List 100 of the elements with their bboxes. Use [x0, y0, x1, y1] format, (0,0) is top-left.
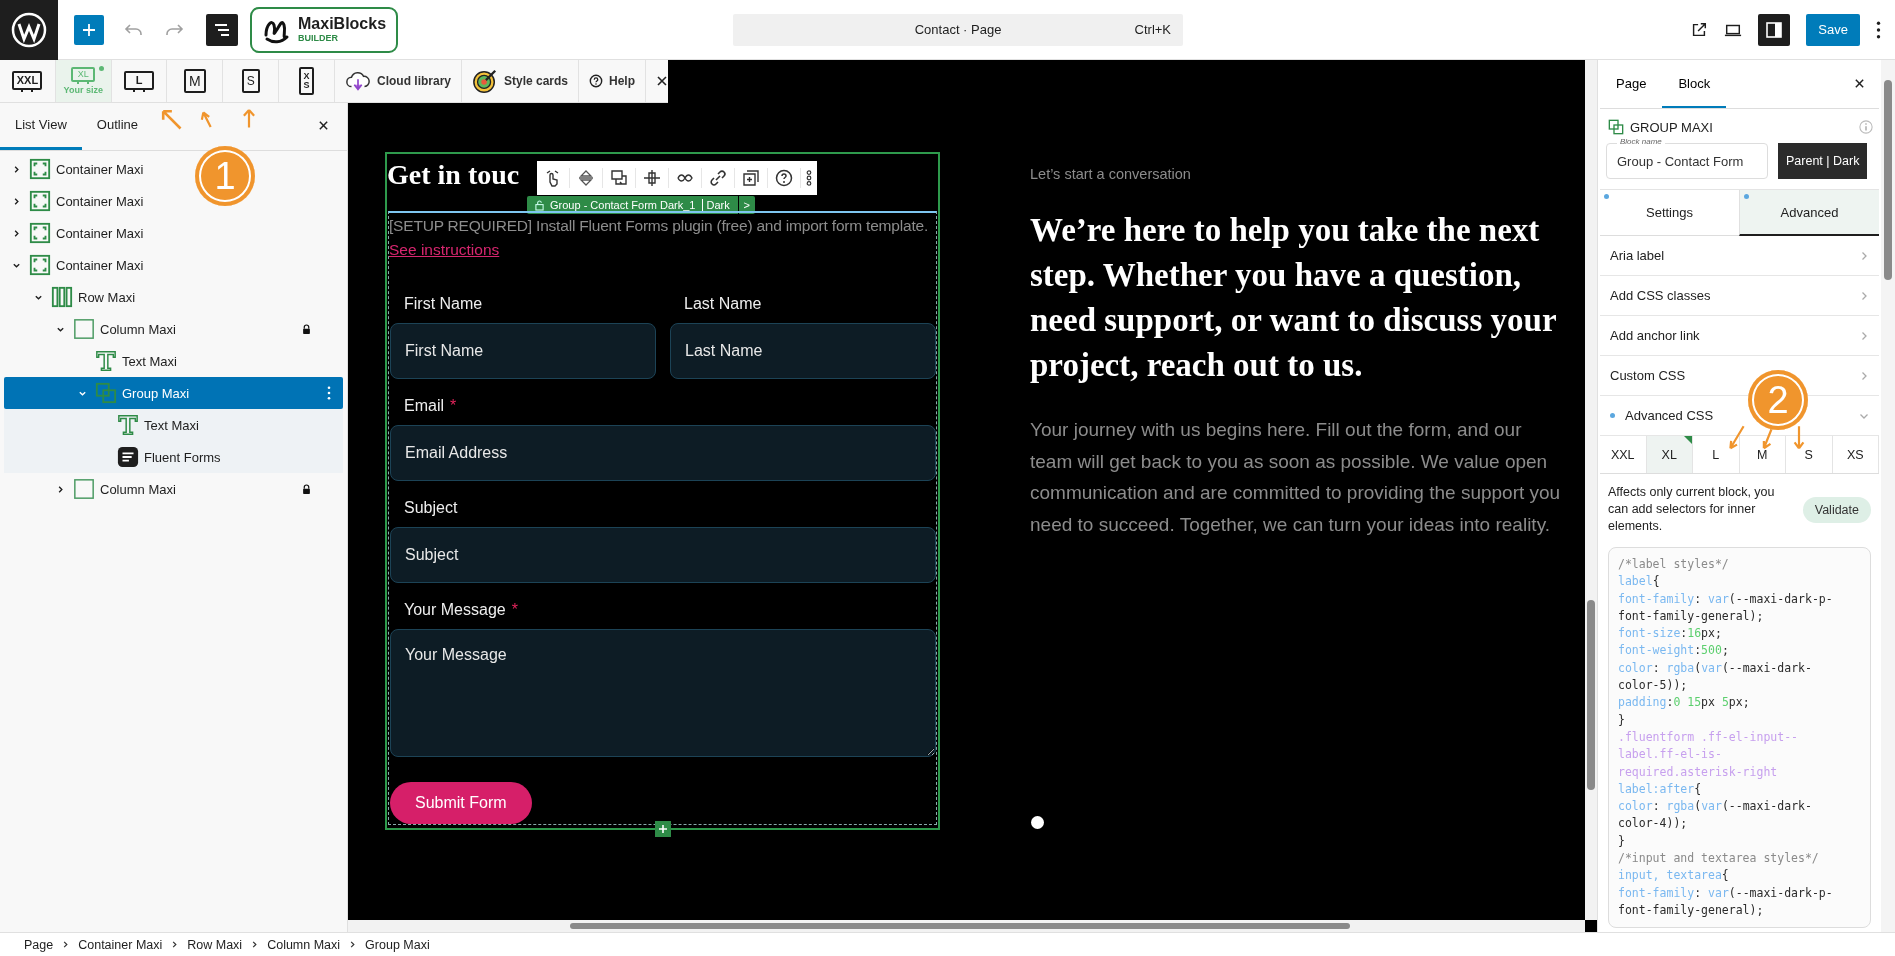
breakpoint-tab[interactable]: XXL	[1600, 436, 1647, 473]
toolbar-button[interactable]: Style cards	[462, 60, 580, 102]
chevron-right-icon	[1859, 330, 1869, 341]
tree-item[interactable]: Fluent Forms	[4, 441, 221, 473]
list-view-button[interactable]	[206, 13, 238, 46]
breadcrumb-link[interactable]: Column Maxi	[267, 937, 341, 952]
tree-item-label: Container Maxi	[56, 225, 144, 241]
input-field[interactable]: Email Address	[390, 425, 936, 481]
sidebar-tab[interactable]: Page	[1600, 60, 1663, 108]
container-icon	[29, 158, 51, 180]
code-line: font-family: var(--maxi-dark-p-	[1618, 884, 1834, 902]
sidebar-icon	[1764, 19, 1785, 40]
code-line: .fluentform .ff-el-input--	[1618, 728, 1799, 746]
tree-item[interactable]: Column Maxi	[4, 313, 343, 345]
device-size-button[interactable]: XS	[279, 60, 335, 102]
input-field[interactable]: First Name	[390, 323, 656, 379]
external-link-icon[interactable]	[1690, 20, 1709, 39]
field-label: Last Name	[683, 295, 763, 313]
device-size-button[interactable]: S	[223, 60, 280, 102]
vertical-scrollbar[interactable]	[1585, 60, 1597, 920]
panel-tab[interactable]: List View	[0, 102, 82, 150]
breadcrumb-link[interactable]: Row Maxi	[187, 937, 243, 952]
breadcrumb-link[interactable]: Group Maxi	[365, 937, 430, 952]
chevron-right-icon[interactable]	[12, 196, 21, 206]
settings-tab[interactable]: Advanced	[1739, 190, 1879, 236]
input-field[interactable]: Last Name	[670, 323, 936, 379]
chevron-right-icon[interactable]	[12, 164, 21, 174]
code-line: input, textarea{	[1618, 867, 1730, 885]
code-line: font-family: var(--maxi-dark-p-	[1618, 590, 1834, 608]
slider-dot[interactable]	[1031, 816, 1044, 829]
square-icon	[73, 318, 95, 340]
device-size-button[interactable]: L	[111, 60, 168, 102]
chevron-right-icon	[1859, 250, 1869, 261]
validate-button[interactable]: Validate	[1802, 496, 1871, 523]
code-line: color-4));	[1618, 815, 1689, 833]
device-size-button[interactable]: M	[167, 60, 224, 102]
submit-button[interactable]: Submit Form	[390, 782, 532, 824]
tree-item[interactable]: Column Maxi	[4, 473, 343, 505]
code-editor[interactable]	[1608, 547, 1871, 929]
forms-icon	[117, 446, 139, 468]
group-icon	[95, 382, 117, 404]
horizontal-scrollbar[interactable]	[348, 920, 1585, 932]
more-options-icon[interactable]	[1876, 20, 1881, 39]
tree-item[interactable]: Container Maxi	[4, 153, 144, 185]
block-type: GROUP MAXI	[1630, 119, 1713, 135]
save-button[interactable]: Save	[1806, 13, 1860, 46]
input-field[interactable]: Subject	[390, 527, 936, 583]
code-line: color: rgba(var(--maxi-dark-	[1618, 659, 1813, 677]
sidebar-scrollbar[interactable]	[1881, 60, 1895, 932]
tree-item[interactable]: Text Maxi	[4, 345, 177, 377]
sidebar-tab[interactable]: Block	[1662, 60, 1727, 108]
panel-tab[interactable]: Outline	[81, 102, 153, 150]
close-icon[interactable]	[656, 75, 668, 87]
parent-button[interactable]: Parent | Dark	[1778, 143, 1868, 179]
message-field[interactable]: Your Message	[390, 629, 936, 757]
settings-sidebar-button[interactable]	[1758, 13, 1791, 46]
chevron-right-icon	[250, 940, 260, 949]
close-icon[interactable]	[318, 120, 329, 131]
instructions-link[interactable]: See instructions	[389, 241, 500, 259]
breakpoint-tab[interactable]: XL	[1646, 436, 1693, 473]
device-size-button[interactable]: XXL	[0, 60, 56, 102]
breadcrumb-link[interactable]: Container Maxi	[78, 937, 163, 952]
container-icon	[29, 190, 51, 212]
container-icon	[29, 222, 51, 244]
maxiblocks-logo[interactable]: MaxiBlocks BUILDER	[250, 6, 399, 53]
heading: Get in touc	[387, 158, 520, 192]
close-icon[interactable]	[1854, 78, 1865, 89]
breakpoint-tab[interactable]: M	[1739, 436, 1786, 473]
code-line: padding:0 15px 5px;	[1618, 694, 1751, 712]
columns-icon	[51, 286, 73, 308]
tree-item-label: Column Maxi	[100, 321, 176, 337]
add-block-icon[interactable]	[655, 821, 671, 837]
chevron-right-icon[interactable]	[12, 228, 21, 238]
toolbar-button[interactable]: Cloud library	[334, 60, 462, 102]
add-block-button[interactable]	[74, 14, 104, 45]
breadcrumb-link[interactable]: Page	[24, 937, 54, 952]
chevron-right-icon[interactable]	[56, 484, 65, 494]
unlock-icon	[535, 199, 544, 211]
code-line: required.asterisk-right	[1618, 763, 1779, 781]
accordion-item[interactable]: Aria label	[1600, 236, 1879, 276]
field-label: First Name	[403, 295, 484, 313]
tree-item[interactable]: Container Maxi	[4, 185, 144, 217]
chevron-right-icon	[348, 940, 358, 949]
code-line: label{	[1618, 573, 1661, 591]
breakpoint-tab[interactable]: XS	[1832, 436, 1879, 473]
breakpoint-tab[interactable]: S	[1786, 436, 1833, 473]
breakpoint-tab[interactable]: L	[1693, 436, 1740, 473]
accordion-item[interactable]: Add CSS classes	[1600, 276, 1879, 316]
logo-icon[interactable]	[0, 0, 58, 60]
tree-item[interactable]: Container Maxi	[4, 249, 144, 281]
tree-item[interactable]: Text Maxi	[4, 409, 199, 441]
command-bar[interactable]: Contact · Page Ctrl+K	[733, 13, 1184, 46]
tree-item-label: Container Maxi	[56, 193, 144, 209]
help-icon	[589, 74, 604, 88]
toolbar-button[interactable]: Help	[579, 60, 647, 102]
tree-item[interactable]: Row Maxi	[4, 281, 136, 313]
tree-item-label: Container Maxi	[56, 161, 144, 177]
tree-item[interactable]: Container Maxi	[4, 217, 144, 249]
accordion-item[interactable]: Add anchor link	[1600, 316, 1879, 356]
field-label: Email *	[403, 397, 458, 415]
